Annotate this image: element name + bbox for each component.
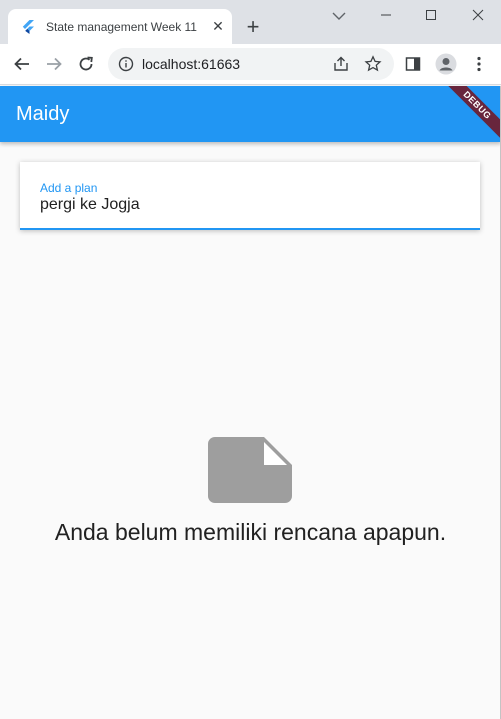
add-plan-input[interactable]: pergi ke Jogja — [40, 196, 140, 214]
more-menu-icon[interactable] — [468, 53, 490, 75]
new-tab-button[interactable]: + — [240, 14, 266, 40]
address-bar[interactable]: localhost:61663 — [108, 48, 394, 80]
share-icon[interactable] — [332, 55, 350, 73]
reload-icon[interactable] — [74, 52, 98, 76]
side-panel-icon[interactable] — [402, 53, 424, 75]
flutter-favicon-icon — [20, 19, 36, 35]
app-title: Maidy — [16, 103, 70, 125]
minimize-icon[interactable] — [374, 4, 398, 26]
add-plan-label: Add a plan — [40, 181, 98, 195]
browser-window: State management Week 11 ✕ + localhost:6… — [0, 0, 501, 719]
tab-strip: State management Week 11 ✕ + — [0, 0, 501, 44]
empty-state-message: Anda belum memiliki rencana apapun. — [54, 519, 447, 545]
back-arrow-icon[interactable] — [10, 52, 34, 76]
close-window-icon[interactable] — [466, 4, 490, 26]
note-icon — [208, 437, 292, 503]
browser-tab[interactable]: State management Week 11 ✕ — [8, 9, 232, 44]
add-plan-card: Add a plan pergi ke Jogja — [20, 162, 480, 230]
app-bar: Maidy DEBUG — [0, 86, 501, 142]
profile-avatar-icon[interactable] — [435, 53, 457, 75]
url-text[interactable]: localhost:61663 — [142, 56, 240, 72]
input-focus-underline — [20, 228, 480, 230]
tab-close-icon[interactable]: ✕ — [210, 18, 226, 34]
browser-toolbar: localhost:61663 — [0, 44, 501, 85]
chevron-down-icon[interactable] — [329, 6, 349, 26]
maximize-icon[interactable] — [419, 4, 443, 26]
debug-banner: DEBUG — [437, 86, 501, 142]
tab-title: State management Week 11 — [46, 19, 197, 34]
bookmark-star-icon[interactable] — [364, 55, 382, 73]
site-info-icon[interactable] — [118, 56, 134, 72]
forward-arrow-icon[interactable] — [42, 52, 66, 76]
